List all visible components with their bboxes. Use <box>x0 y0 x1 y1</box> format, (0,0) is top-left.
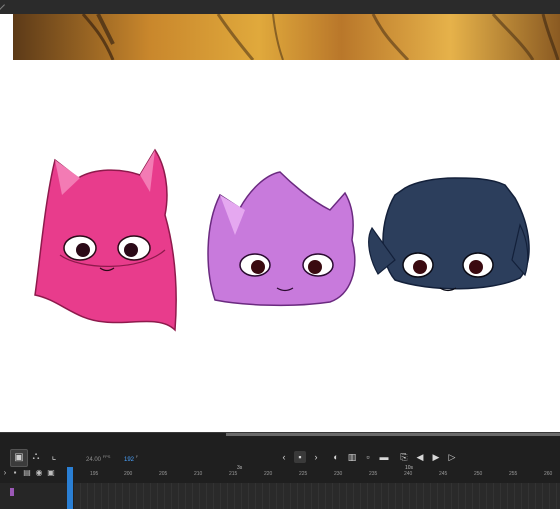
ruler-label: 240 <box>404 471 413 477</box>
new-layer-icon[interactable]: ▪ <box>10 468 20 478</box>
time-marker: 3s <box>237 465 243 471</box>
ruler-label: 260 <box>544 471 553 477</box>
horizontal-scrollbar[interactable] <box>226 433 560 436</box>
current-frame-readout[interactable]: 192 F <box>124 454 138 463</box>
onion-skin-icon[interactable]: ◐ <box>330 451 342 463</box>
ruler-label: 200 <box>124 471 133 477</box>
purple-cat-drawing <box>207 171 356 307</box>
visibility-icon[interactable]: ◉ <box>34 468 44 478</box>
layer-color-swatch <box>10 488 14 496</box>
chevron-left-icon[interactable]: ‹ <box>278 451 290 463</box>
lock-icon[interactable]: ▣ <box>46 468 56 478</box>
timeline-toolbar: ▣ ⛬ ⌞ 24.00 FPS 192 F ‹ ▪ › ◐ ▥ ▫ ▬ ⎘ ◀ … <box>0 449 560 473</box>
ruler-label: 230 <box>334 471 343 477</box>
expand-icon[interactable]: › <box>0 468 10 478</box>
ruler-label: 215 <box>229 471 238 477</box>
ruler-label: 255 <box>509 471 518 477</box>
ruler-label: 205 <box>159 471 168 477</box>
step-forward-icon[interactable]: ▷ <box>446 451 458 463</box>
fps-value: 24.00 <box>86 457 102 463</box>
layer-row[interactable] <box>0 483 68 509</box>
frames-grid[interactable] <box>74 483 560 509</box>
pink-cat-drawing <box>34 148 177 332</box>
playhead[interactable] <box>67 467 73 509</box>
ruler-label: 245 <box>439 471 448 477</box>
ruler-label: 250 <box>474 471 483 477</box>
canvas-stage[interactable] <box>0 60 560 432</box>
frame-option-icon[interactable]: ▫ <box>362 451 374 463</box>
ruler-label: 220 <box>264 471 273 477</box>
timeline-panel[interactable]: ▣ ⛬ ⌞ 24.00 FPS 192 F ‹ ▪ › ◐ ▥ ▫ ▬ ⎘ ◀ … <box>0 432 560 509</box>
loop-icon[interactable]: ⎘ <box>398 451 410 463</box>
navy-cat-drawing <box>368 177 530 292</box>
ruler-label: 235 <box>369 471 378 477</box>
top-bar <box>0 0 560 14</box>
fps-unit: FPS <box>102 454 111 459</box>
ruler-label: 225 <box>299 471 308 477</box>
camera-icon[interactable]: ▣ <box>10 449 28 467</box>
background-image-strip <box>13 14 560 60</box>
ruler-label: 195 <box>90 471 99 477</box>
ruler-label: 210 <box>194 471 203 477</box>
layers-header: › ▪ ▤ ◉ ▣ <box>0 467 68 481</box>
edit-multiple-frames-icon[interactable]: ▥ <box>346 451 358 463</box>
keyframe-icon[interactable]: ▪ <box>294 451 306 463</box>
fps-readout[interactable]: 24.00 FPS <box>86 454 110 463</box>
folder-icon[interactable]: ▤ <box>22 468 32 478</box>
current-frame-value: 192 <box>124 457 135 463</box>
graph-icon[interactable]: ⌞ <box>46 449 62 465</box>
frame-unit: F <box>135 454 139 459</box>
step-back-icon[interactable]: ◀ <box>414 451 426 463</box>
corner-icon <box>0 0 5 10</box>
chevron-right-icon[interactable]: › <box>310 451 322 463</box>
play-icon[interactable]: ▶ <box>430 451 442 463</box>
insert-frame-icon[interactable]: ▬ <box>378 451 390 463</box>
layer-parenting-icon[interactable]: ⛬ <box>28 449 44 465</box>
